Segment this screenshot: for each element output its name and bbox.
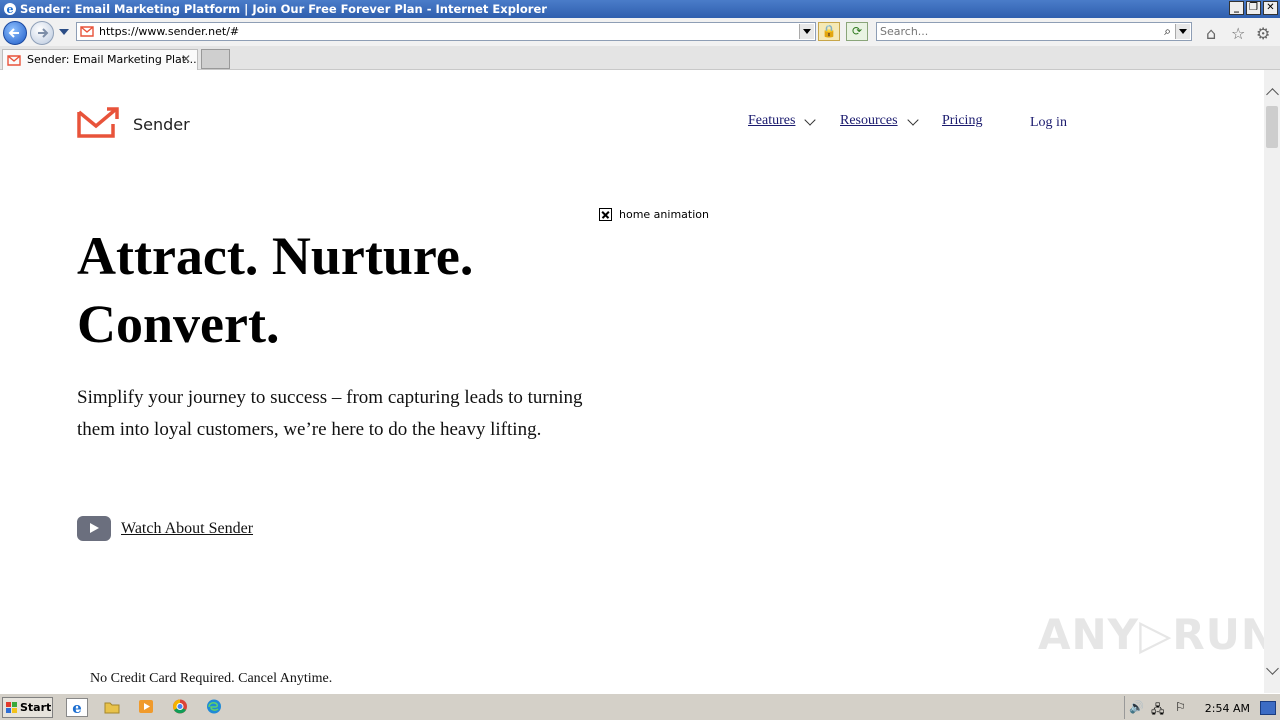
start-button[interactable]: Start: [2, 697, 53, 718]
nav-features-link[interactable]: Features: [748, 113, 795, 129]
nav-pricing-link[interactable]: Pricing: [942, 113, 982, 129]
animation-alt-text: home animation: [619, 208, 709, 221]
taskbar-media-player-icon[interactable]: [136, 698, 158, 717]
windows-flag-icon: [6, 702, 17, 713]
tab-sender[interactable]: Sender: Email Marketing Plat... ✕: [2, 49, 198, 70]
close-tab-icon[interactable]: ✕: [181, 52, 191, 66]
gear-icon[interactable]: ⚙: [1256, 24, 1270, 43]
chevron-down-icon[interactable]: [907, 114, 919, 126]
window-title-bar: e Sender: Email Marketing Platform | Joi…: [0, 0, 1280, 18]
vertical-scrollbar[interactable]: [1264, 70, 1280, 693]
url-text[interactable]: https://www.sender.net/#: [99, 25, 239, 38]
watch-video-link[interactable]: Watch About Sender: [77, 516, 253, 541]
address-dropdown-icon[interactable]: [799, 24, 814, 39]
favorites-star-icon[interactable]: ☆: [1231, 24, 1245, 43]
hero-subtitle: Simplify your journey to success – from …: [77, 387, 583, 440]
svg-text:e: e: [72, 699, 82, 716]
brand-name: Sender: [133, 114, 190, 134]
new-tab-button[interactable]: [201, 49, 230, 69]
browser-toolbar: https://www.sender.net/# 🔒 ⟳ ⌕ ⌂ ☆ ⚙: [0, 18, 1280, 46]
close-button[interactable]: ✕: [1263, 1, 1278, 15]
forward-button[interactable]: [30, 21, 54, 45]
home-animation-image: home animation: [599, 208, 709, 221]
show-desktop-icon[interactable]: [1260, 701, 1276, 715]
taskbar-edge-icon[interactable]: [204, 698, 226, 717]
envelope-logo-icon: [77, 107, 119, 138]
security-lock-icon[interactable]: 🔒: [818, 22, 840, 41]
web-page: Sender Features Resources Pricing Log in…: [0, 70, 1264, 693]
broken-image-icon: [599, 208, 612, 221]
no-credit-card-note: No Credit Card Required. Cancel Anytime.: [90, 671, 333, 686]
search-input[interactable]: [880, 24, 1150, 39]
action-center-flag-icon[interactable]: ⚐: [1175, 700, 1186, 714]
sender-logo[interactable]: Sender: [77, 106, 190, 138]
windows-taskbar: Start e 🔊 🖧 ⚐ 2:54 AM: [0, 693, 1280, 720]
tab-bar: Sender: Email Marketing Plat... ✕: [0, 46, 1280, 70]
back-button[interactable]: [3, 21, 27, 45]
taskbar-chrome-icon[interactable]: [170, 698, 192, 717]
anyrun-watermark: ANY▷RUN: [1038, 610, 1264, 659]
clock[interactable]: 2:54 AM: [1205, 702, 1250, 715]
sender-favicon-icon: [80, 26, 94, 37]
history-dropdown-icon[interactable]: [59, 29, 69, 35]
taskbar-folder-icon[interactable]: [102, 698, 124, 717]
search-icon[interactable]: ⌕: [1164, 24, 1171, 39]
scroll-thumb[interactable]: [1266, 106, 1278, 148]
window-title: Sender: Email Marketing Platform | Join …: [20, 2, 547, 16]
network-icon[interactable]: 🖧: [1151, 700, 1164, 721]
refresh-icon[interactable]: ⟳: [846, 22, 868, 41]
scroll-down-icon[interactable]: [1266, 662, 1279, 675]
back-arrow-icon: [8, 28, 19, 38]
minimize-button[interactable]: _: [1229, 1, 1244, 15]
sender-favicon-icon: [7, 55, 21, 66]
login-link[interactable]: Log in: [1030, 115, 1067, 131]
search-box[interactable]: ⌕: [876, 22, 1192, 41]
tab-label: Sender: Email Marketing Plat...: [27, 53, 197, 66]
play-icon[interactable]: [77, 516, 111, 541]
search-dropdown-icon[interactable]: [1175, 24, 1190, 39]
chevron-down-icon[interactable]: [804, 114, 816, 126]
start-label: Start: [20, 701, 52, 714]
restore-button[interactable]: ❐: [1246, 1, 1261, 15]
internet-explorer-icon: e: [4, 3, 16, 16]
hero-heading: Attract. Nurture. Convert.: [77, 222, 637, 358]
address-bar[interactable]: https://www.sender.net/#: [76, 22, 816, 41]
system-tray: 🔊 🖧 ⚐ 2:54 AM: [1124, 696, 1280, 719]
watch-label[interactable]: Watch About Sender: [121, 520, 253, 538]
taskbar-internet-explorer-icon[interactable]: e: [66, 698, 88, 717]
hero-line-1: Attract. Nurture.: [77, 226, 474, 286]
hero-line-2: Convert.: [77, 294, 280, 354]
nav-resources-link[interactable]: Resources: [840, 113, 898, 129]
svg-text:e: e: [7, 3, 14, 16]
home-icon[interactable]: ⌂: [1206, 24, 1216, 43]
forward-arrow-icon: [38, 28, 49, 38]
scroll-up-icon[interactable]: [1266, 88, 1279, 101]
volume-icon[interactable]: 🔊: [1129, 700, 1144, 714]
